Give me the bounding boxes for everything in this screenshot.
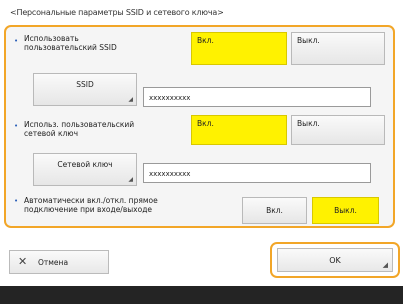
network-key-button[interactable]: Сетевой ключ ◢: [33, 153, 137, 186]
footer-bar: [0, 286, 403, 304]
auto-connect-label: Автоматически вкл./откл. прямое подключе…: [24, 196, 158, 214]
auto-connect-off-button[interactable]: Выкл.: [312, 197, 379, 224]
ssid-button[interactable]: SSID ◢: [33, 73, 137, 106]
bullet-icon: •: [14, 37, 19, 45]
ok-button-highlight: OK ◢: [270, 242, 400, 278]
page-title: <Персональные параметры SSID и сетевого …: [10, 8, 224, 17]
ssid-button-label: SSID: [76, 80, 94, 89]
cancel-label: Отмена: [38, 258, 69, 267]
ssid-off-button[interactable]: Выкл.: [291, 32, 385, 65]
cancel-button[interactable]: ✕ Отмена: [9, 250, 109, 274]
ssid-on-button[interactable]: Вкл.: [191, 32, 287, 65]
bullet-icon: •: [14, 197, 19, 205]
corner-arrow-icon: ◢: [128, 96, 133, 103]
corner-arrow-icon: ◢: [382, 261, 388, 269]
auto-connect-on-button[interactable]: Вкл.: [242, 197, 307, 224]
ssid-field[interactable]: xxxxxxxxxx: [143, 87, 371, 107]
ok-label: OK: [329, 256, 341, 265]
bullet-icon: •: [14, 122, 19, 130]
close-icon: ✕: [18, 255, 28, 268]
network-key-off-button[interactable]: Выкл.: [291, 115, 385, 145]
settings-panel: • Использовать пользовательский SSID Вкл…: [4, 25, 395, 228]
network-key-toggle-label: Использ. пользовательский сетевой ключ: [24, 120, 135, 138]
network-key-field[interactable]: xxxxxxxxxx: [143, 163, 371, 183]
ssid-toggle-label: Использовать пользовательский SSID: [24, 34, 117, 52]
corner-arrow-icon: ◢: [128, 176, 133, 183]
ok-button[interactable]: OK ◢: [277, 248, 393, 272]
network-key-on-button[interactable]: Вкл.: [191, 115, 287, 145]
network-key-button-label: Сетевой ключ: [57, 160, 113, 169]
